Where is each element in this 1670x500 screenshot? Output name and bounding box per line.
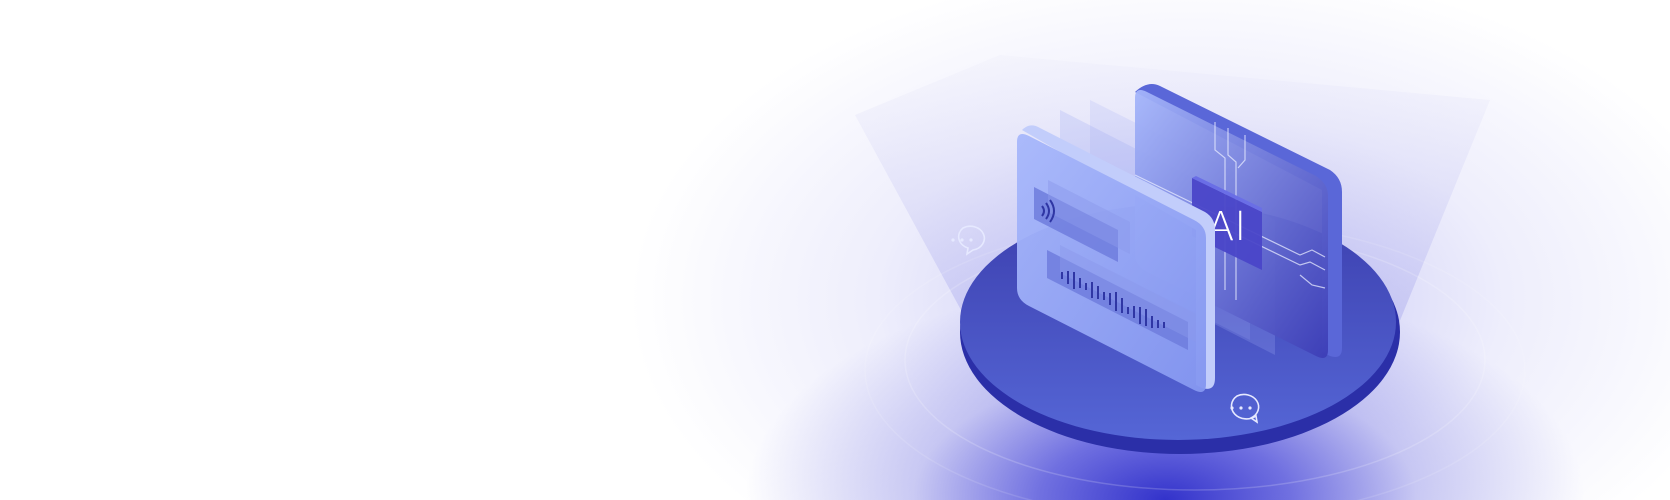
hero-banner: AI <box>0 0 1670 500</box>
ai-illustration: AI <box>855 55 1526 500</box>
